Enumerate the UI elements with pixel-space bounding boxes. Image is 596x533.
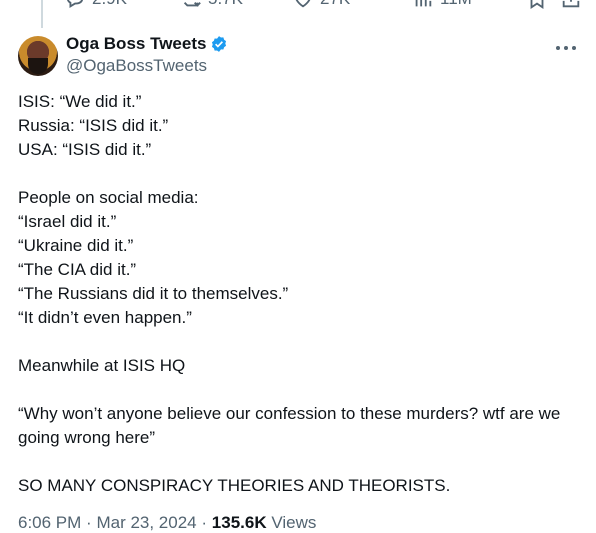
avatar[interactable] (18, 36, 58, 76)
tweet-meta: 6:06 PM · Mar 23, 2024 · 135.6K Views (18, 513, 316, 533)
tweet-line: “Ukraine did it.” (18, 236, 134, 255)
tweet-line: ISIS: “We did it.” (18, 92, 142, 111)
more-dot-icon (564, 46, 568, 50)
reply-count: 2.9K (92, 0, 127, 9)
previous-tweet-action-bar: 2.9K 5.7K 27K 11M (60, 0, 596, 12)
tweet-line: Russia: “ISIS did it.” (18, 116, 169, 135)
paragraph-break (18, 378, 580, 402)
meta-separator: · (86, 513, 92, 532)
tweet-line: “The Russians did it to themselves.” (18, 284, 289, 303)
verified-badge-icon (210, 35, 228, 53)
share-button[interactable] (560, 0, 582, 10)
tweet-line: People on social media: (18, 188, 199, 207)
author-name-row: Oga Boss Tweets (66, 34, 228, 54)
tweet-line: “The CIA did it.” (18, 260, 137, 279)
views-button[interactable]: 11M (412, 0, 472, 10)
reply-icon (67, 0, 83, 8)
more-dot-icon (556, 46, 560, 50)
tweet-date[interactable]: Mar 23, 2024 (96, 513, 196, 532)
author-handle[interactable]: @OgaBossTweets (66, 56, 228, 76)
author-name[interactable]: Oga Boss Tweets (66, 34, 206, 54)
meta-separator: · (201, 513, 208, 532)
tweet-line: “Why won’t anyone believe our confession… (18, 404, 561, 447)
tweet-text: ISIS: “We did it.” Russia: “ISIS did it.… (18, 90, 580, 498)
views-total: 135.6K (211, 513, 267, 532)
more-options-button[interactable] (554, 38, 578, 58)
share-icon (562, 0, 580, 8)
paragraph-break (18, 162, 580, 186)
tweet-line: “Israel did it.” (18, 212, 117, 231)
bookmark-icon (530, 0, 544, 9)
heart-icon (295, 0, 311, 8)
retweet-button[interactable]: 5.7K (180, 0, 243, 10)
more-dot-icon (572, 46, 576, 50)
views-label: Views (271, 513, 317, 532)
bar-chart-icon (415, 0, 432, 7)
thread-connector-line (41, 0, 43, 28)
tweet-line: “It didn’t even happen.” (18, 308, 192, 327)
tweet-line: Meanwhile at ISIS HQ (18, 356, 186, 375)
like-button[interactable]: 27K (292, 0, 350, 10)
avatar-beard-shape (28, 58, 48, 74)
tweet-line: USA: “ISIS did it.” (18, 140, 152, 159)
paragraph-break (18, 450, 580, 474)
author-info: Oga Boss Tweets @OgaBossTweets (66, 34, 228, 76)
retweet-icon (183, 2, 201, 7)
retweet-count: 5.7K (208, 0, 243, 9)
paragraph-break (18, 330, 580, 354)
reply-button[interactable]: 2.9K (64, 0, 127, 10)
tweet-time[interactable]: 6:06 PM (18, 513, 81, 532)
like-count: 27K (320, 0, 350, 9)
tweet-header: Oga Boss Tweets @OgaBossTweets (18, 34, 580, 78)
tweet-line: SO MANY CONSPIRACY THEORIES AND THEORIST… (18, 476, 451, 495)
bookmark-button[interactable] (526, 0, 548, 10)
views-count: 11M (440, 0, 472, 9)
